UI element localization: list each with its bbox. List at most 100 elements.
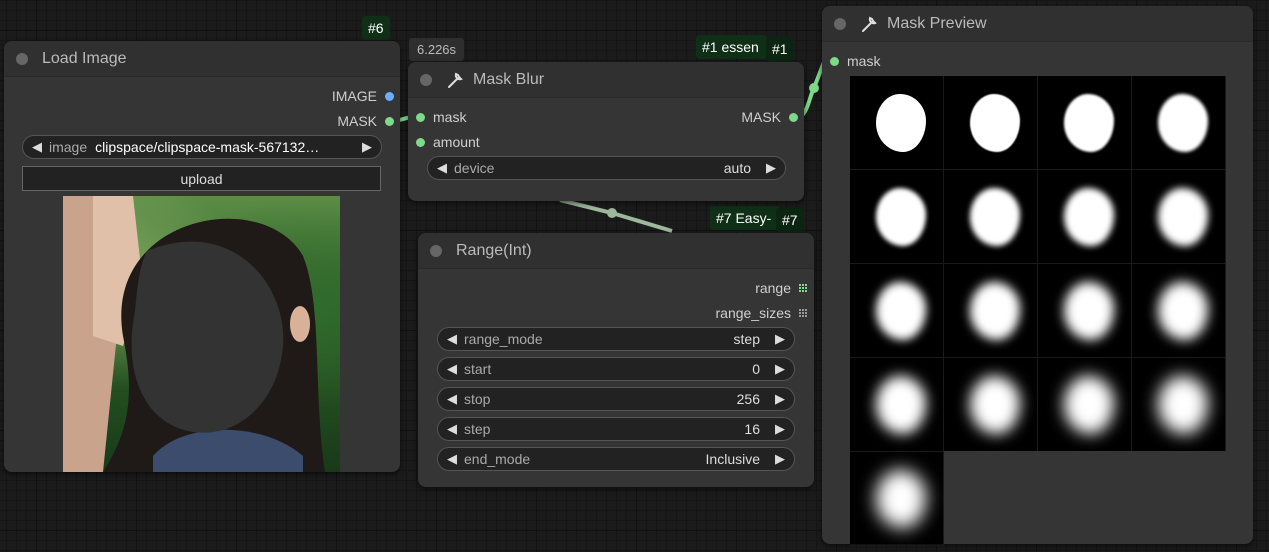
slot-label: mask [847, 53, 881, 69]
mask-blob [876, 94, 926, 152]
node-canvas[interactable]: #6 6.226s #1 essen #1 #7 Easy- #7 Load I… [0, 0, 1269, 552]
output-slot-range[interactable]: range [755, 280, 808, 296]
list-slot-icon[interactable] [799, 308, 808, 318]
input-slot-mask[interactable]: mask [830, 53, 880, 69]
right-arrow-icon[interactable]: ▶ [774, 451, 786, 467]
left-arrow-icon[interactable]: ◀ [446, 451, 458, 467]
start-widget[interactable]: ◀ start 0 ▶ [437, 357, 795, 381]
stop-widget[interactable]: ◀ stop 256 ▶ [437, 387, 795, 411]
mask-blob [876, 470, 926, 528]
execution-time-badge: 6.226s [409, 38, 465, 61]
slot-connector[interactable] [830, 56, 839, 66]
right-arrow-icon[interactable]: ▶ [774, 421, 786, 437]
image-combo-widget[interactable]: ◀ image clipspace/clipspace-mask-567132…… [22, 135, 382, 159]
left-arrow-icon[interactable]: ◀ [446, 361, 458, 377]
input-slot-amount[interactable]: amount [416, 134, 480, 150]
mask-preview-node[interactable]: Mask Preview mask [822, 6, 1253, 546]
left-arrow-icon[interactable]: ◀ [446, 421, 458, 437]
mask-thumbnail [1132, 264, 1226, 358]
mask-blob [876, 282, 926, 340]
output-slot-mask[interactable]: MASK [337, 113, 394, 129]
portrait-photo [63, 196, 325, 472]
slot-label: MASK [741, 109, 781, 125]
mask-thumbnail [850, 358, 944, 452]
node-id-badge: #7 [776, 208, 804, 232]
widget-label: step [464, 421, 491, 437]
collapse-dot[interactable] [16, 52, 28, 65]
right-arrow-icon[interactable]: ▶ [774, 361, 786, 377]
slot-connector[interactable] [385, 116, 394, 126]
widget-value: 16 [744, 421, 760, 437]
mask-thumbnail [1038, 170, 1132, 264]
slot-connector[interactable] [416, 137, 425, 147]
output-slot-image[interactable]: IMAGE [332, 88, 394, 104]
list-slot-icon[interactable] [799, 283, 808, 293]
image-preview [63, 196, 340, 472]
node-title-bar[interactable]: Mask Blur [408, 62, 804, 98]
mask-blob [1158, 188, 1208, 246]
mask-thumbnail [850, 76, 944, 170]
output-slot-mask[interactable]: MASK [741, 109, 798, 125]
load-image-node[interactable]: Load Image IMAGE MASK ◀ image clipspace/… [4, 41, 400, 472]
mask-blob [970, 188, 1020, 246]
range-int-node[interactable]: Range(Int) range range_sizes ◀ range_mod… [418, 233, 814, 487]
node-title-bar[interactable]: Load Image [4, 41, 400, 77]
node-source-badge: #1 essen [696, 35, 767, 59]
node-title: Range(Int) [456, 241, 532, 259]
slot-connector[interactable] [789, 112, 798, 122]
slot-connector[interactable] [416, 112, 425, 122]
mask-thumbnail [1038, 76, 1132, 170]
mask-thumbnail [1132, 358, 1226, 452]
node-title: Mask Blur [473, 70, 545, 88]
slot-label: mask [433, 109, 467, 125]
right-arrow-icon[interactable]: ▶ [361, 139, 373, 155]
left-arrow-icon[interactable]: ◀ [436, 160, 448, 176]
mask-blob [1064, 282, 1114, 340]
device-combo-widget[interactable]: ◀ device auto ▶ [427, 156, 786, 180]
right-arrow-icon[interactable]: ▶ [774, 331, 786, 347]
widget-value: clipspace/clipspace-mask-567132… [95, 139, 320, 155]
link-midpoint [607, 208, 617, 218]
widget-value: 256 [736, 391, 760, 407]
left-arrow-icon[interactable]: ◀ [31, 139, 43, 155]
slot-label: range_sizes [715, 305, 792, 321]
mask-thumbnail [944, 358, 1038, 452]
mask-thumbnail [850, 452, 944, 546]
collapse-dot[interactable] [834, 17, 846, 30]
wrench-icon [446, 71, 464, 89]
slot-connector[interactable] [385, 91, 394, 101]
input-slot-mask[interactable]: mask [416, 109, 466, 125]
widget-label: device [454, 160, 495, 176]
widget-label: start [464, 361, 492, 377]
left-arrow-icon[interactable]: ◀ [446, 331, 458, 347]
left-arrow-icon[interactable]: ◀ [446, 391, 458, 407]
widget-label: image [49, 139, 88, 155]
slot-label: amount [433, 134, 480, 150]
widget-value: 0 [752, 361, 760, 377]
end-mode-widget[interactable]: ◀ end_mode Inclusive ▶ [437, 447, 795, 471]
node-title-bar[interactable]: Range(Int) [418, 233, 814, 269]
node-title: Load Image [42, 49, 127, 67]
link-range-to-maskblur [559, 198, 673, 233]
mask-blob [970, 94, 1020, 152]
preview-empty-area [944, 451, 1226, 544]
mask-blur-node[interactable]: Mask Blur mask amount MASK ◀ device auto… [408, 62, 804, 201]
mask-thumbnail [1132, 170, 1226, 264]
right-arrow-icon[interactable]: ▶ [774, 391, 786, 407]
widget-value: step [733, 331, 760, 347]
node-title-bar[interactable]: Mask Preview [822, 6, 1253, 42]
collapse-dot[interactable] [430, 244, 442, 257]
mask-blob [1064, 188, 1114, 246]
step-widget[interactable]: ◀ step 16 ▶ [437, 417, 795, 441]
node-source-badge: #7 Easy- [710, 206, 780, 230]
node-id-badge: #6 [362, 16, 390, 40]
mask-blob [876, 376, 926, 434]
mask-blob [970, 282, 1020, 340]
collapse-dot[interactable] [420, 73, 432, 86]
range-mode-widget[interactable]: ◀ range_mode step ▶ [437, 327, 795, 351]
upload-button[interactable]: upload [22, 166, 381, 191]
mask-blob [1064, 376, 1114, 434]
slot-label: MASK [337, 113, 377, 129]
right-arrow-icon[interactable]: ▶ [765, 160, 777, 176]
output-slot-range-sizes[interactable]: range_sizes [716, 305, 809, 321]
